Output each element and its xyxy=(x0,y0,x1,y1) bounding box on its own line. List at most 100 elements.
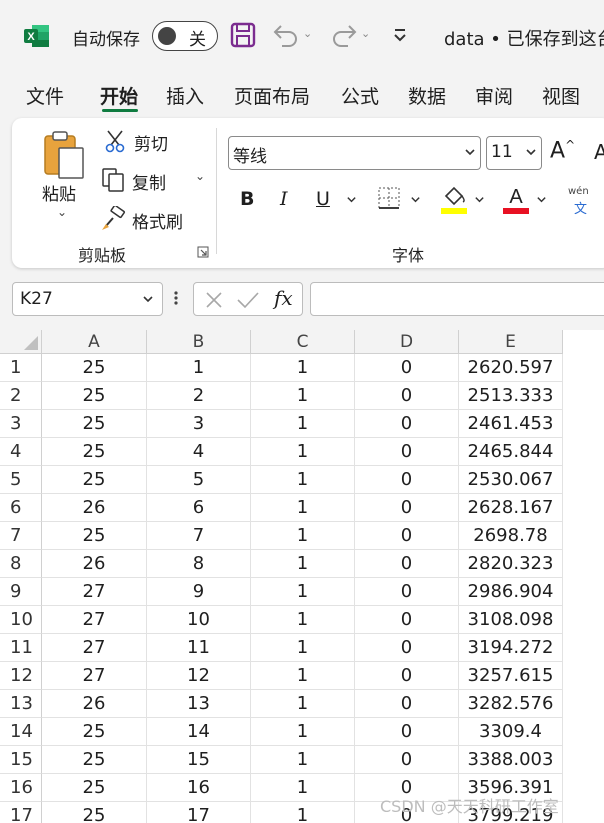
row-header[interactable]: 2 xyxy=(0,382,42,410)
borders-icon[interactable] xyxy=(377,186,401,210)
cell-d5[interactable]: 0 xyxy=(355,466,459,494)
insert-function-button[interactable]: fx xyxy=(274,286,293,310)
cell-b3[interactable]: 3 xyxy=(147,410,251,438)
row-header[interactable]: 11 xyxy=(0,634,42,662)
row-header[interactable]: 13 xyxy=(0,690,42,718)
row-header[interactable]: 3 xyxy=(0,410,42,438)
cell-e8[interactable]: 2820.323 xyxy=(459,550,563,578)
font-size-select[interactable]: 11 xyxy=(486,136,542,170)
cell-b5[interactable]: 5 xyxy=(147,466,251,494)
tab-view[interactable]: 视图 xyxy=(542,82,580,109)
row-header[interactable]: 12 xyxy=(0,662,42,690)
cell-b15[interactable]: 15 xyxy=(147,746,251,774)
row-header[interactable]: 17 xyxy=(0,802,42,823)
cell-e9[interactable]: 2986.904 xyxy=(459,578,563,606)
cell-d4[interactable]: 0 xyxy=(355,438,459,466)
cell-a8[interactable]: 26 xyxy=(42,550,147,578)
row-header[interactable]: 15 xyxy=(0,746,42,774)
format-painter-button[interactable]: 格式刷 xyxy=(100,206,210,233)
copy-dropdown-icon[interactable]: ⌄ xyxy=(195,169,205,183)
cell-c17[interactable]: 1 xyxy=(251,802,355,823)
cell-c6[interactable]: 1 xyxy=(251,494,355,522)
cell-b1[interactable]: 1 xyxy=(147,354,251,382)
name-box[interactable]: K27 xyxy=(12,282,163,316)
undo-dropdown-icon[interactable]: ⌄ xyxy=(303,27,312,40)
cell-b11[interactable]: 11 xyxy=(147,634,251,662)
cell-b8[interactable]: 8 xyxy=(147,550,251,578)
cell-a6[interactable]: 26 xyxy=(42,494,147,522)
cell-e14[interactable]: 3309.4 xyxy=(459,718,563,746)
tab-file[interactable]: 文件 xyxy=(26,82,64,109)
cell-a12[interactable]: 27 xyxy=(42,662,147,690)
tab-review[interactable]: 审阅 xyxy=(475,82,513,109)
cell-e15[interactable]: 3388.003 xyxy=(459,746,563,774)
cell-a16[interactable]: 25 xyxy=(42,774,147,802)
cell-d12[interactable]: 0 xyxy=(355,662,459,690)
cell-d14[interactable]: 0 xyxy=(355,718,459,746)
cell-e12[interactable]: 3257.615 xyxy=(459,662,563,690)
row-header[interactable]: 16 xyxy=(0,774,42,802)
cell-e11[interactable]: 3194.272 xyxy=(459,634,563,662)
cell-a10[interactable]: 27 xyxy=(42,606,147,634)
cell-a7[interactable]: 25 xyxy=(42,522,147,550)
autosave-toggle[interactable]: 关 xyxy=(152,21,218,51)
tab-home[interactable]: 开始 xyxy=(100,82,138,109)
cell-a2[interactable]: 25 xyxy=(42,382,147,410)
cell-b9[interactable]: 9 xyxy=(147,578,251,606)
paste-icon[interactable] xyxy=(42,130,86,180)
cell-a14[interactable]: 25 xyxy=(42,718,147,746)
cell-a9[interactable]: 27 xyxy=(42,578,147,606)
cell-a11[interactable]: 27 xyxy=(42,634,147,662)
cell-e10[interactable]: 3108.098 xyxy=(459,606,563,634)
cell-d13[interactable]: 0 xyxy=(355,690,459,718)
row-header[interactable]: 7 xyxy=(0,522,42,550)
cell-a13[interactable]: 26 xyxy=(42,690,147,718)
select-all-button[interactable] xyxy=(0,330,42,354)
cell-e4[interactable]: 2465.844 xyxy=(459,438,563,466)
bold-button[interactable]: B xyxy=(240,188,254,210)
copy-button[interactable]: 复制 ⌄ xyxy=(100,167,210,194)
formula-input[interactable] xyxy=(310,282,604,316)
more-options-icon[interactable] xyxy=(173,288,179,308)
row-header[interactable]: 14 xyxy=(0,718,42,746)
font-color-icon[interactable]: A xyxy=(502,182,530,216)
column-header-e[interactable]: E xyxy=(459,330,563,354)
customize-toolbar-icon[interactable] xyxy=(392,24,408,46)
cell-c11[interactable]: 1 xyxy=(251,634,355,662)
decrease-font-size-button[interactable]: A xyxy=(594,140,604,164)
cell-c3[interactable]: 1 xyxy=(251,410,355,438)
font-name-select[interactable]: 等线 xyxy=(228,136,481,170)
cell-c10[interactable]: 1 xyxy=(251,606,355,634)
italic-button[interactable]: I xyxy=(280,188,288,210)
cell-e1[interactable]: 2620.597 xyxy=(459,354,563,382)
cell-c2[interactable]: 1 xyxy=(251,382,355,410)
cell-d6[interactable]: 0 xyxy=(355,494,459,522)
save-icon[interactable] xyxy=(230,22,256,48)
cell-c7[interactable]: 1 xyxy=(251,522,355,550)
cell-d2[interactable]: 0 xyxy=(355,382,459,410)
column-header-c[interactable]: C xyxy=(251,330,355,354)
cell-b10[interactable]: 10 xyxy=(147,606,251,634)
row-header[interactable]: 5 xyxy=(0,466,42,494)
cell-c14[interactable]: 1 xyxy=(251,718,355,746)
redo-dropdown-icon[interactable]: ⌄ xyxy=(361,27,370,40)
column-header-d[interactable]: D xyxy=(355,330,459,354)
cell-c16[interactable]: 1 xyxy=(251,774,355,802)
cell-d9[interactable]: 0 xyxy=(355,578,459,606)
fill-color-dropdown-icon[interactable] xyxy=(474,194,485,205)
underline-button[interactable]: U xyxy=(316,188,330,210)
cell-c5[interactable]: 1 xyxy=(251,466,355,494)
cell-b2[interactable]: 2 xyxy=(147,382,251,410)
cell-b16[interactable]: 16 xyxy=(147,774,251,802)
cell-e2[interactable]: 2513.333 xyxy=(459,382,563,410)
cell-c13[interactable]: 1 xyxy=(251,690,355,718)
tab-data[interactable]: 数据 xyxy=(408,82,446,109)
row-header[interactable]: 8 xyxy=(0,550,42,578)
phonetic-guide-button[interactable]: wén 文 xyxy=(568,186,594,217)
redo-icon[interactable] xyxy=(330,22,358,48)
tab-page-layout[interactable]: 页面布局 xyxy=(234,82,310,109)
cell-b7[interactable]: 7 xyxy=(147,522,251,550)
font-color-dropdown-icon[interactable] xyxy=(536,194,547,205)
cell-d11[interactable]: 0 xyxy=(355,634,459,662)
tab-formulas[interactable]: 公式 xyxy=(341,82,379,109)
